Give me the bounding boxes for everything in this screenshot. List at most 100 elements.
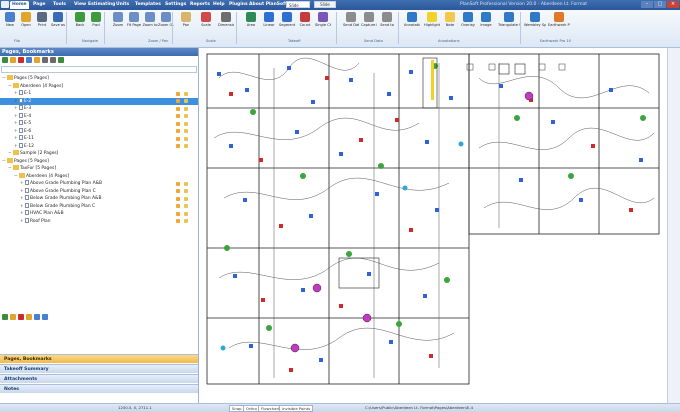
window-title: PlanSoft Professional Version 20.0 - Abe… [460,2,587,7]
drawing-canvas[interactable]: 1+ Cat 6 + 1 PLT Rem and Back Box42+ Ins… [199,48,667,403]
earthwork-pro-10-button[interactable]: Earthwork Pro 10 [548,12,570,27]
section-attachments[interactable]: Attachments [0,374,198,383]
menu-help[interactable]: Help [211,1,227,9]
tree-page[interactable]: + HVAC Plan A&B [20,210,64,217]
open-button[interactable]: Open [18,12,34,27]
tree-folder[interactable]: − Pages [5 Pages] [2,157,49,165]
bookmark-open-icon[interactable] [26,314,32,320]
single-chart-icon [318,12,328,22]
section-takeoff-summary[interactable]: Takeoff Summary [0,364,198,373]
close-icon[interactable]: × [667,1,679,8]
floor-plan-drawing[interactable] [199,48,667,403]
page-icon [19,90,23,95]
tree-page[interactable]: + E-11 [14,135,34,142]
tree-page[interactable]: + E-5 [14,120,31,127]
overlay-button[interactable]: Overlay [460,12,476,27]
menu-units[interactable]: Units [114,1,131,9]
delete-icon[interactable] [18,57,24,63]
bookmark-down-icon[interactable] [42,314,48,320]
section-notes[interactable]: Notes [0,384,198,393]
tree-folder[interactable]: − TaxFor [5 Pages] [8,165,56,172]
tree-page[interactable]: + E-12 [14,142,34,150]
bookmark-up-icon[interactable] [34,314,40,320]
tree-folder[interactable]: − Sample [2 Pages] [8,150,58,157]
maximize-icon[interactable]: □ [654,1,666,8]
wembley-space-button[interactable]: Wembley Space [524,12,546,27]
tree-page[interactable]: + E-6 [14,127,31,135]
tree-page[interactable]: + E-2 [14,97,32,105]
area-button[interactable]: Area [243,12,259,27]
pan-button[interactable]: Pan [178,12,194,27]
refresh-icon[interactable] [26,57,32,63]
open-folder-icon[interactable] [34,57,40,63]
ribbon-group-label: Zoom / Pan [148,39,169,43]
new-button[interactable]: New [2,12,18,27]
note-button[interactable]: Note [442,12,458,27]
capture-region-button[interactable]: Capture Region [361,12,377,27]
minimize-icon[interactable]: – [641,1,653,8]
annotations-button[interactable]: Annotations [404,12,420,27]
menu-tools[interactable]: Tools [51,1,68,9]
section-pages-bookmarks[interactable]: Pages, Bookmarks [0,354,198,363]
settings-icon[interactable] [50,57,56,63]
back-button[interactable]: Back [72,12,88,27]
menu-page[interactable]: Page [31,1,48,9]
send-data-button[interactable]: Send Data [343,12,359,27]
tree-page[interactable]: + E-3 [14,105,31,112]
ribbon-separator [336,12,337,44]
folder-icon[interactable] [10,57,16,63]
print-button[interactable]: Print [34,12,50,27]
menu-templates[interactable]: Templates [133,1,163,9]
import-icon[interactable] [58,57,64,63]
send-to-button[interactable]: Send to [379,12,395,27]
page-lock-icon [184,91,188,96]
tree-page[interactable]: + E-4 [14,112,31,120]
tree-page[interactable]: + E-1 [14,90,31,97]
app-menu-icon[interactable] [1,1,9,8]
properties-icon[interactable] [42,57,48,63]
tree-item-label: E-2 [24,98,32,104]
zoom-to-button[interactable]: Zoom to [142,12,158,27]
count-button[interactable]: Count [297,12,313,27]
scale-button[interactable]: Scale [198,12,214,27]
search-input[interactable]: Slide [286,1,310,8]
save-as-button[interactable]: Save as [50,12,66,27]
linear-button[interactable]: Linear [261,12,277,27]
tree-folder[interactable]: − Aberdeen [4 Pages] [14,172,69,180]
tree-page[interactable]: + Roof Plan [20,217,51,225]
folder-icon [13,165,19,170]
menu-reports[interactable]: Reports [188,1,212,9]
image-button[interactable]: Image [478,12,494,27]
fit-page-icon [129,12,139,22]
menu-estimating[interactable]: Estimating [86,1,117,9]
segment-button[interactable]: Segment [279,12,295,27]
tree-page[interactable]: + Below Grade Plumbing Plan C [20,202,95,210]
fit-page-button[interactable]: Fit Page [126,12,142,27]
add-icon[interactable] [2,57,8,63]
triangulate-wall-points-button[interactable]: Triangulate Wall Points [498,12,520,27]
add-bookmark-icon[interactable] [2,314,8,320]
image-icon [481,12,491,22]
tree-folder[interactable]: − Aberdeen [4 Pages] [8,82,63,90]
slide-button[interactable]: Slide [314,1,336,8]
tree-page[interactable]: + Above Grade Plumbing Plan C [20,187,96,195]
highlighter-button[interactable]: Highlighter [424,12,440,27]
menu-home[interactable]: Home [10,1,29,9]
ribbon-group-label: File [14,39,21,43]
ribbon-button-label: Print [37,23,47,27]
menu-settings[interactable]: Settings [163,1,188,9]
page-filter-input[interactable] [1,66,197,73]
menu-about[interactable]: About PlanSoft [247,1,289,9]
tree-item-label: E-11 [24,136,34,141]
ribbon-toolbar: New Open Print Save as Back Fwd Zoom Fit Page Zo… [0,10,680,48]
tree-page[interactable]: + Above Grade Plumbing Plan A&B [20,180,102,187]
tree-page[interactable]: + Below Grade Plumbing Plan A&B [20,195,101,202]
bookmark-folder-icon[interactable] [10,314,16,320]
fwd-button[interactable]: Fwd [88,12,104,27]
vertical-scrollbar[interactable] [667,48,680,403]
single-chart-button[interactable]: Single Chart [315,12,331,27]
dimension-button[interactable]: Dimension [218,12,234,27]
tree-folder[interactable]: − Pages [5 Pages] [2,75,49,82]
delete-bookmark-icon[interactable] [18,314,24,320]
zoom-button[interactable]: Zoom [110,12,126,27]
